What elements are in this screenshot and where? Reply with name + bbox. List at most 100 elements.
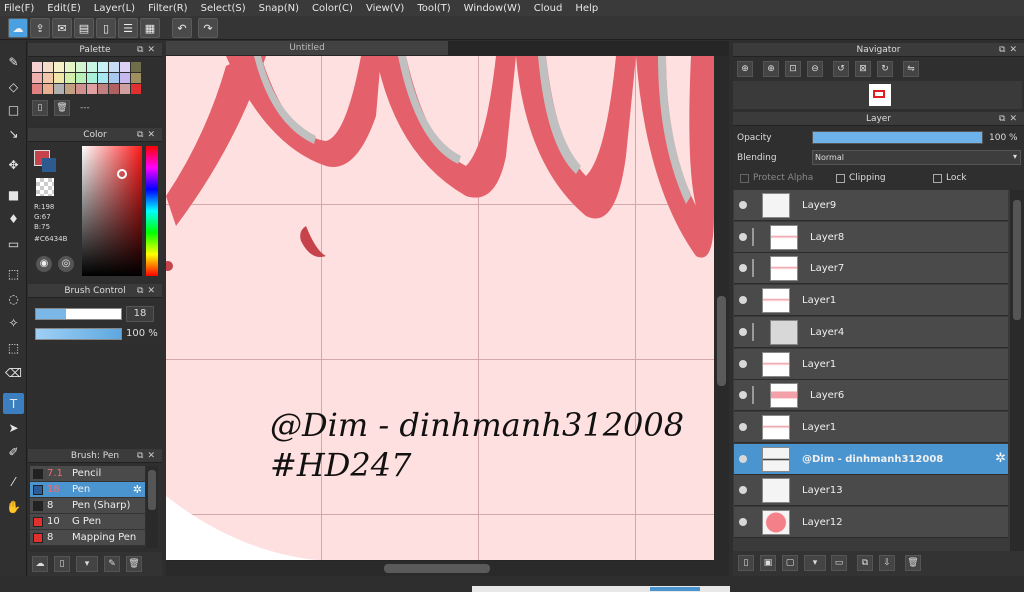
layer-row[interactable]: Layer12 (734, 507, 1008, 538)
menu-color[interactable]: Color(C) (312, 3, 353, 14)
layer-row[interactable]: Layer9 (734, 190, 1008, 221)
merge-down-icon[interactable]: ⇩ (879, 555, 895, 571)
palette-swatch[interactable] (120, 73, 130, 83)
hue-slider[interactable] (146, 146, 158, 276)
palette-swatch[interactable] (109, 73, 119, 83)
palette-swatch[interactable] (65, 84, 75, 94)
brush-list-item[interactable]: 10 G Pen (30, 514, 145, 530)
new-8bit-layer-icon[interactable]: ▢ (782, 555, 798, 571)
menu-tool[interactable]: Tool(T) (417, 3, 450, 14)
eye-icon[interactable] (739, 201, 747, 209)
menu-cloud[interactable]: Cloud (534, 3, 563, 14)
zoom-out-icon[interactable]: ⊖ (807, 61, 823, 77)
palette-swatch[interactable] (54, 84, 64, 94)
palette-swatch[interactable] (109, 62, 119, 72)
color-swap-icon[interactable]: ◎ (58, 256, 74, 272)
operation-tool-icon[interactable]: ➤ (3, 417, 24, 438)
palette-swatch[interactable] (98, 73, 108, 83)
eyedropper-icon[interactable]: ⁄ (3, 471, 24, 492)
panel-buttons-icon[interactable]: ⧉✕ (137, 449, 159, 463)
palette-swatch[interactable] (54, 73, 64, 83)
blur-tool-icon[interactable]: ↘ (3, 123, 24, 144)
brush-opacity-slider[interactable] (35, 328, 122, 340)
palette-swatch[interactable] (43, 62, 53, 72)
saturation-value-picker[interactable] (82, 146, 142, 276)
drawing-canvas[interactable]: @Dim - dinhmanh312008 #HD247 (166, 56, 714, 560)
palette-swatch[interactable] (32, 73, 42, 83)
palette-swatch[interactable] (98, 84, 108, 94)
menu-filter[interactable]: Filter(R) (148, 3, 188, 14)
select-pen-icon[interactable]: ⬚ (3, 337, 24, 358)
eye-icon[interactable] (739, 454, 747, 463)
move-tool-icon[interactable]: ✥ (3, 154, 24, 175)
eye-icon[interactable] (739, 232, 747, 241)
picker-cursor[interactable] (117, 169, 127, 179)
comment-icon[interactable]: ✉ (52, 18, 72, 38)
cloud-icon[interactable]: ☁ (8, 18, 28, 38)
gradient-tool-icon[interactable]: ▭ (3, 233, 24, 254)
layer-row[interactable]: Layer4 (734, 316, 1008, 348)
canvas-tab[interactable]: Untitled (166, 41, 448, 55)
eye-icon[interactable] (739, 422, 747, 431)
undo-icon[interactable]: ↶ (172, 18, 192, 38)
palette-swatch[interactable] (98, 62, 108, 72)
duplicate-layer-icon[interactable]: ⧉ (857, 555, 873, 571)
brush-add-icon[interactable]: ▯ (54, 556, 70, 572)
clipping-checkbox[interactable] (836, 174, 845, 183)
bucket-tool-icon[interactable]: ♦ (3, 208, 24, 229)
palette-swatch[interactable] (32, 84, 42, 94)
layer-row[interactable]: Layer6 (734, 380, 1008, 412)
rotate-left-icon[interactable]: ↺ (833, 61, 849, 77)
menu-select[interactable]: Select(S) (201, 3, 246, 14)
layer-row[interactable]: Layer8 (734, 221, 1008, 253)
eye-icon[interactable] (739, 359, 747, 368)
menu-window[interactable]: Window(W) (464, 3, 521, 14)
background-color-swatch[interactable] (42, 158, 56, 172)
share-icon[interactable]: ⇪ (30, 18, 50, 38)
redo-icon[interactable]: ↷ (198, 18, 218, 38)
rotate-right-icon[interactable]: ↻ (877, 61, 893, 77)
brush-cloud-icon[interactable]: ☁ (32, 556, 48, 572)
palette-swatch[interactable] (43, 73, 53, 83)
color-wheel-icon[interactable]: ◉ (36, 256, 52, 272)
text-tool-icon[interactable]: T (3, 393, 24, 414)
fill-rect-icon[interactable]: ■ (3, 184, 24, 205)
layer-row[interactable]: Layer1 (734, 411, 1008, 443)
zoom-in-icon[interactable]: ⊕ (737, 61, 753, 77)
magic-wand-icon[interactable]: ✧ (3, 312, 24, 333)
eye-icon[interactable] (739, 264, 747, 273)
palette-swatch[interactable] (76, 84, 86, 94)
gear-icon[interactable]: ✲ (995, 451, 1006, 466)
new-layer-icon[interactable]: ▯ (738, 555, 754, 571)
brush-edit-icon[interactable]: ✎ (104, 556, 120, 572)
palette-swatch[interactable] (109, 84, 119, 94)
brush-menu-icon[interactable]: ▾ (76, 556, 98, 572)
menu-snap[interactable]: Snap(N) (259, 3, 299, 14)
palette-swatch[interactable] (76, 62, 86, 72)
layer-row[interactable]: Layer7 (734, 253, 1008, 285)
palette-swatch[interactable] (32, 62, 42, 72)
palette-swatch[interactable] (54, 62, 64, 72)
reset-icon[interactable]: ⊠ (855, 61, 871, 77)
brush-tool-icon[interactable]: ✎ (3, 51, 24, 72)
eye-icon[interactable] (739, 327, 747, 336)
panel-buttons-icon[interactable]: ⧉✕ (999, 112, 1021, 126)
folder-icon[interactable]: ▭ (831, 555, 847, 571)
new-page-icon[interactable]: ▯ (32, 100, 48, 116)
brush-size-value[interactable]: 18 (126, 306, 154, 322)
brush-list-item[interactable]: 8 Mapping Pen (30, 530, 145, 546)
eye-icon[interactable] (739, 486, 747, 495)
palette-swatch[interactable] (87, 84, 97, 94)
palette-swatch[interactable] (131, 73, 141, 83)
brush-list-scrollbar[interactable] (146, 466, 158, 548)
grid-icon[interactable]: ▦ (140, 18, 160, 38)
trash-icon[interactable]: 🗑 (54, 100, 70, 116)
menu-layer[interactable]: Layer(L) (94, 3, 135, 14)
eraser-tool-icon[interactable]: ◇ (3, 76, 24, 97)
palette-swatch[interactable] (120, 84, 130, 94)
list-icon[interactable]: ☰ (118, 18, 138, 38)
flip-icon[interactable]: ⇋ (903, 61, 919, 77)
divide-tool-icon[interactable]: ✐ (3, 441, 24, 462)
eye-icon[interactable] (739, 391, 747, 400)
layer-row[interactable]: Layer1 (734, 348, 1008, 380)
